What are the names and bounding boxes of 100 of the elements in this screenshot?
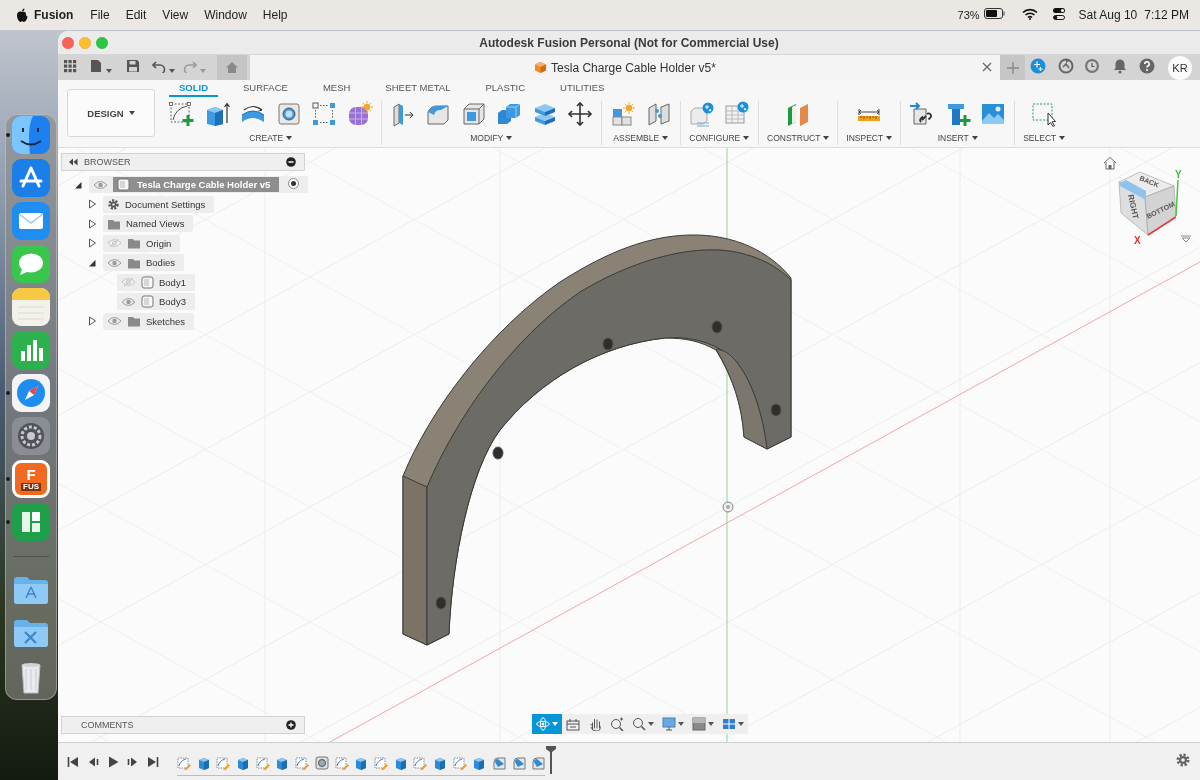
hollow-cube-icon[interactable] [460,101,487,127]
tree-item[interactable]: Document Settings [103,195,215,213]
menu-item[interactable]: Window [204,8,247,22]
ribbon-tab[interactable]: UTILITIES [550,81,615,97]
close-icon[interactable] [982,61,992,72]
sketch-pencil-icon[interactable] [295,755,310,770]
double-arrow-icon[interactable] [68,158,78,166]
tree-item[interactable]: Named Views [103,215,194,233]
sketch-pencil-icon[interactable] [216,755,231,770]
caret-icon[interactable] [971,136,978,140]
square-grid-icon[interactable] [311,101,337,127]
tree-item[interactable]: Bodies [103,254,185,272]
rounded-edge-icon[interactable] [492,755,506,770]
cube-icon[interactable] [236,755,251,770]
sketch-pencil-icon[interactable] [255,755,270,770]
caret-icon[interactable] [128,111,135,115]
tree-item[interactable]: Sketches [103,312,195,330]
selection-box-icon[interactable] [1031,101,1058,127]
monitor-icon[interactable] [662,717,676,731]
compass-icon[interactable] [12,374,50,412]
bar-chart-icon[interactable] [12,331,50,369]
tree-item[interactable]: Origin [103,234,181,252]
view-cube[interactable] [1118,171,1177,236]
orbit-rings-icon[interactable] [536,717,550,731]
cube-icon[interactable] [196,755,211,770]
eye-icon[interactable] [93,179,108,190]
caret-icon[interactable] [662,136,669,140]
battery-icon[interactable] [983,8,1006,19]
folder-icon[interactable] [107,217,121,230]
toggle-switches-icon[interactable] [1051,6,1066,21]
cubes-sparkle-icon[interactable] [610,101,636,127]
disclosure-triangle-icon[interactable] [88,238,96,249]
four-way-arrow-icon[interactable] [567,101,593,127]
cube-icon[interactable] [275,755,290,770]
sketch-plus-icon[interactable] [169,101,195,127]
caret-icon[interactable] [1059,136,1066,140]
cube-icon[interactable] [354,755,369,770]
group-dropdown[interactable]: CONFIGURE [689,133,750,143]
menu-item[interactable]: File [90,8,110,22]
save-icon[interactable] [126,58,140,73]
rounded-square-icon[interactable] [141,295,154,309]
caret-icon[interactable] [708,722,714,726]
skip-start-icon[interactable] [67,755,79,768]
workspace-dropdown[interactable]: DESIGN [67,89,155,137]
caret-icon[interactable] [648,722,654,726]
group-dropdown[interactable]: INSPECT [846,133,893,143]
caret-icon[interactable] [678,722,684,726]
radio-icon[interactable] [288,178,300,190]
cube-hole-icon[interactable] [314,755,329,770]
sketch-pencil-icon[interactable] [334,755,349,770]
app-menu[interactable]: Fusion [34,8,74,22]
ribbon-tab[interactable]: SHEET METAL [375,81,461,97]
caret-icon[interactable] [106,68,112,73]
arc-bracket-drawing[interactable] [402,234,792,646]
sketch-pencil-icon[interactable] [413,755,428,770]
eye-icon[interactable] [107,316,122,327]
skip-end-icon[interactable] [147,755,159,768]
speech-bubble-icon[interactable] [12,245,50,283]
sketch-pencil-icon[interactable] [177,755,191,770]
sparkle-circle-icon[interactable] [1030,57,1046,74]
tree-item[interactable]: Body1 [117,273,195,291]
window-grid-icon[interactable] [722,717,736,731]
menu-item[interactable]: View [162,8,189,22]
rounded-edge-icon[interactable] [531,755,546,770]
disclosure-triangle-icon[interactable] [74,180,82,189]
eye-icon[interactable] [121,296,136,307]
group-dropdown[interactable]: MODIFY [470,133,513,143]
rounded-edge-icon[interactable] [511,755,526,770]
caret-icon[interactable] [823,136,830,140]
gear-icon[interactable] [12,417,50,455]
group-dropdown[interactable]: ASSEMBLE [613,133,669,143]
document-icon[interactable] [90,58,102,73]
cube-icon[interactable] [432,755,447,770]
envelope-icon[interactable] [12,202,50,240]
ribbon-tab[interactable]: PLASTIC [475,81,536,97]
step-forward-icon[interactable] [127,755,139,768]
undo-icon[interactable] [152,58,166,73]
help-icon[interactable] [1139,57,1155,74]
caret-icon[interactable] [886,136,893,140]
timeline-marker[interactable] [546,745,557,774]
plus-circle-icon[interactable] [286,720,296,730]
close-window-icon[interactable] [62,36,74,49]
sketch-pencil-icon[interactable] [452,755,467,770]
table-sparkle-icon[interactable] [724,101,750,127]
tree-item[interactable]: Body3 [117,293,195,311]
app-tile[interactable]: F FUS [12,460,50,498]
disclosure-triangle-icon[interactable] [88,316,96,327]
image-icon[interactable] [980,101,1007,127]
caret-icon[interactable] [738,722,744,726]
disclosure-triangle-icon[interactable] [88,258,96,267]
cube-icon[interactable] [393,755,408,770]
caret-icon[interactable] [286,136,293,140]
settings-icon[interactable] [1176,752,1190,767]
group-dropdown[interactable]: INSERT [937,133,978,143]
sketch-pencil-icon[interactable] [373,755,388,770]
gauge-icon[interactable] [1058,57,1074,74]
pencils-tile-icon[interactable] [12,159,50,197]
step-back-icon[interactable] [87,755,99,768]
rounded-square-icon[interactable] [117,178,130,192]
rounded-square-icon[interactable] [141,275,154,289]
